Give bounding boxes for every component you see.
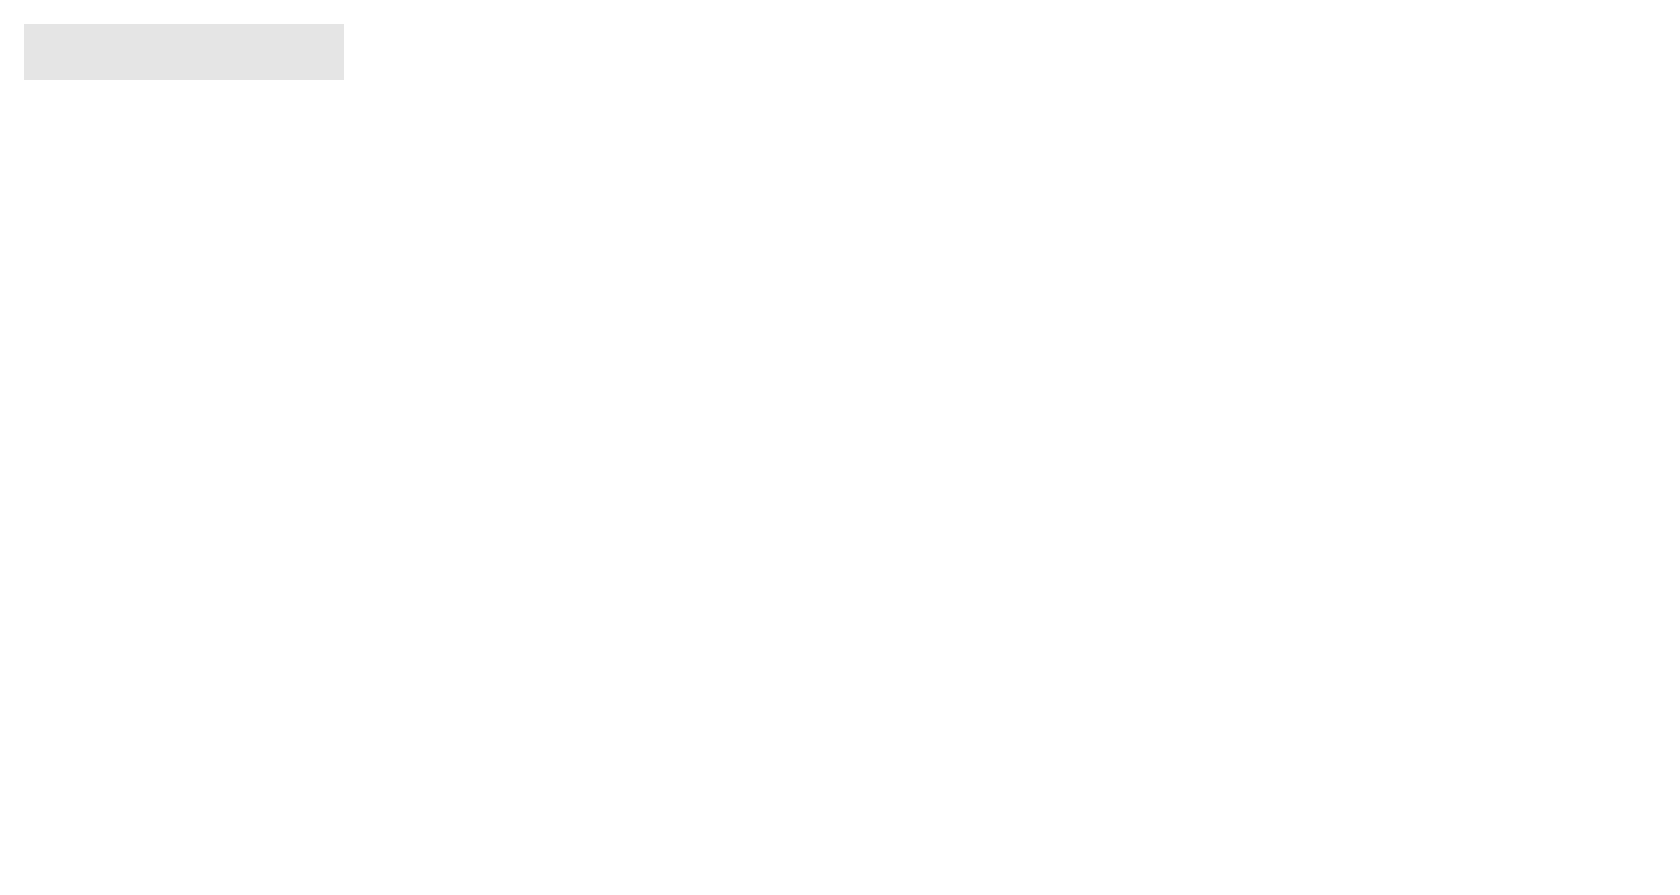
placeholder-block [24,24,344,80]
